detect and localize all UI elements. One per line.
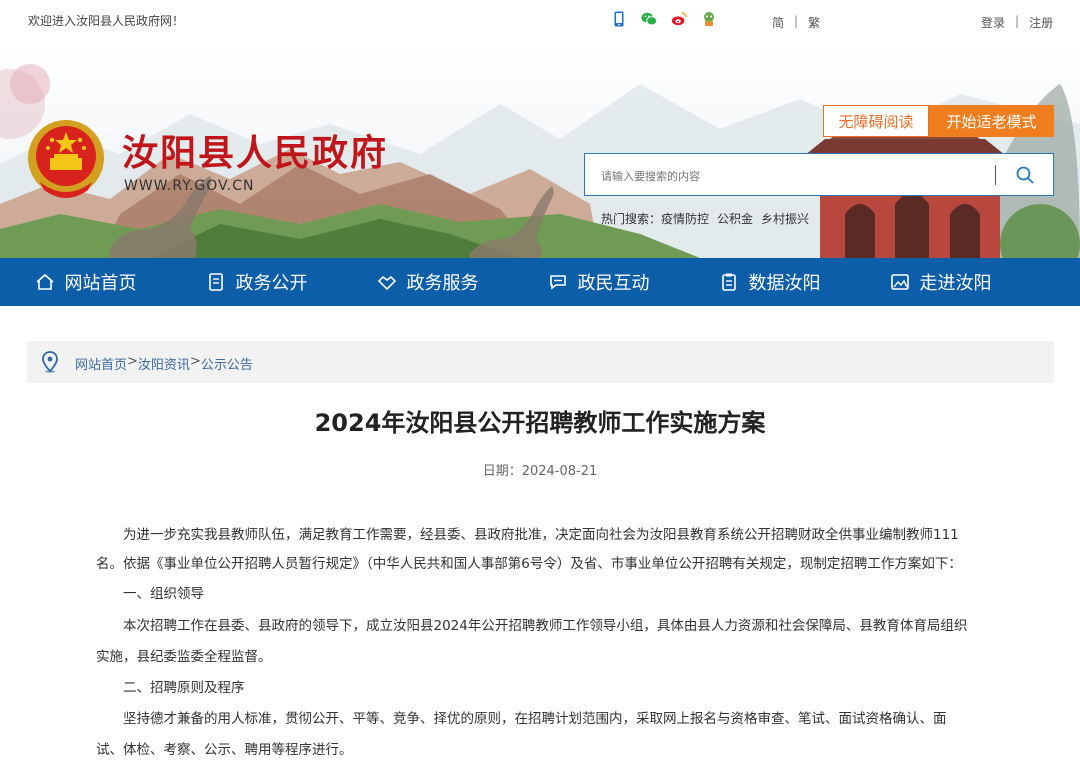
site-title[interactable]: 汝阳县人民政府 xyxy=(122,124,388,176)
hot-search-item[interactable]: 疫情防控 xyxy=(661,210,709,227)
search-input[interactable] xyxy=(599,165,973,187)
picture-icon xyxy=(890,274,909,290)
wechat-icon[interactable] xyxy=(641,10,657,28)
article-line: 本次招聘工作在县委、县政府的领导下，成立汝阳县2024年公开招聘教师工作领导小组… xyxy=(96,618,968,634)
chat-icon xyxy=(549,275,566,290)
article-line: 名。依据《事业单位公开招聘人员暂行规定》（中华人民共和国人事部第6号令）及省、市… xyxy=(96,556,962,572)
nav-item-home[interactable]: 网站首页 xyxy=(0,258,171,306)
home-icon xyxy=(35,273,54,290)
site-url: WWW.RY.GOV.CN xyxy=(124,178,255,194)
social-links xyxy=(611,10,717,28)
nav-label: 政民互动 xyxy=(577,273,650,294)
article-line: 为进一步充实我县教师队伍，满足教育工作需要，经县委、县政府批准，决定面向社会为汝… xyxy=(96,527,959,543)
breadcrumb: 网站首页 > 汝阳资讯 > 公示公告 xyxy=(27,341,1054,383)
nav-label: 网站首页 xyxy=(64,273,137,294)
article-line: 试、体检、考察、公示、聘用等程序进行。 xyxy=(96,742,353,758)
auth-links: 登录 | 注册 xyxy=(981,14,1053,31)
accessible-reading-button[interactable]: 无障碍阅读 xyxy=(823,105,929,137)
nav-label: 政务服务 xyxy=(406,273,479,294)
search-icon[interactable] xyxy=(1015,165,1035,185)
nav-item-gov-affairs[interactable]: 政务公开 xyxy=(171,258,342,306)
search-divider xyxy=(995,165,996,185)
nav-item-data[interactable]: 数据汝阳 xyxy=(684,258,855,306)
nav-label: 数据汝阳 xyxy=(748,273,821,294)
traditional-link[interactable]: 繁 xyxy=(808,14,820,31)
weibo-icon[interactable] xyxy=(671,10,687,28)
document-icon xyxy=(208,273,223,291)
nav-item-gov-services[interactable]: 政务服务 xyxy=(342,258,513,306)
separator: | xyxy=(794,14,799,28)
breadcrumb-sep: > xyxy=(189,354,201,369)
nav-label: 政务公开 xyxy=(235,273,308,294)
nav-label: 走进汝阳 xyxy=(919,273,992,294)
welcome-text: 欢迎进入汝阳县人民政府网！ xyxy=(28,14,185,28)
article-line: 一、组织领导 xyxy=(96,586,204,602)
top-bar: 欢迎进入汝阳县人民政府网！ 简 | 繁 登录 | 注册 xyxy=(0,0,1080,44)
language-switch: 简 | 繁 xyxy=(772,14,820,31)
article-date: 日期：2024-08-21 xyxy=(0,460,1080,479)
breadcrumb-home[interactable]: 网站首页 xyxy=(75,354,127,373)
separator: | xyxy=(1015,14,1020,28)
nav-item-interaction[interactable]: 政民互动 xyxy=(513,258,684,306)
article-line: 实施，县纪委监委全程监督。 xyxy=(96,649,272,665)
mobile-icon[interactable] xyxy=(611,10,627,28)
article-line: 二、招聘原则及程序 xyxy=(96,680,245,696)
header-banner: 汝阳县人民政府 WWW.RY.GOV.CN 无障碍阅读 开始适老模式 热门搜索：… xyxy=(0,44,1080,258)
location-pin-icon xyxy=(42,351,58,373)
nav-item-about[interactable]: 走进汝阳 xyxy=(855,258,1026,306)
handshake-icon xyxy=(377,275,396,291)
search-box xyxy=(584,153,1054,196)
elder-mode-button[interactable]: 开始适老模式 xyxy=(929,105,1054,137)
hot-search: 热门搜索： 疫情防控 公积金 乡村振兴 xyxy=(601,210,809,227)
main-nav: 网站首页 政务公开 政务服务 政民互动 数据汝阳 走进汝阳 xyxy=(0,258,1080,306)
breadcrumb-current[interactable]: 公示公告 xyxy=(201,354,253,373)
simplified-link[interactable]: 简 xyxy=(772,14,784,31)
hot-search-item[interactable]: 乡村振兴 xyxy=(761,210,809,227)
hot-search-item[interactable]: 公积金 xyxy=(717,210,753,227)
mascot-icon[interactable] xyxy=(701,10,717,28)
article-title: 2024年汝阳县公开招聘教师工作实施方案 xyxy=(314,409,766,437)
breadcrumb-sep: > xyxy=(127,354,138,369)
date-label: 日期： xyxy=(482,464,522,479)
hot-search-label: 热门搜索： xyxy=(601,212,662,226)
article-line: 坚持德才兼备的用人标准，贯彻公开、平等、竞争、择优的原则，在招聘计划范围内，采取… xyxy=(96,711,947,727)
register-link[interactable]: 注册 xyxy=(1029,14,1053,31)
national-emblem-icon xyxy=(28,120,104,198)
breadcrumb-section[interactable]: 汝阳资讯 xyxy=(138,354,190,373)
breadcrumb-path: 网站首页 > 汝阳资讯 > 公示公告 xyxy=(75,354,253,373)
date-value: 2024-08-21 xyxy=(521,464,598,479)
clipboard-icon xyxy=(721,273,736,291)
login-link[interactable]: 登录 xyxy=(981,14,1005,31)
